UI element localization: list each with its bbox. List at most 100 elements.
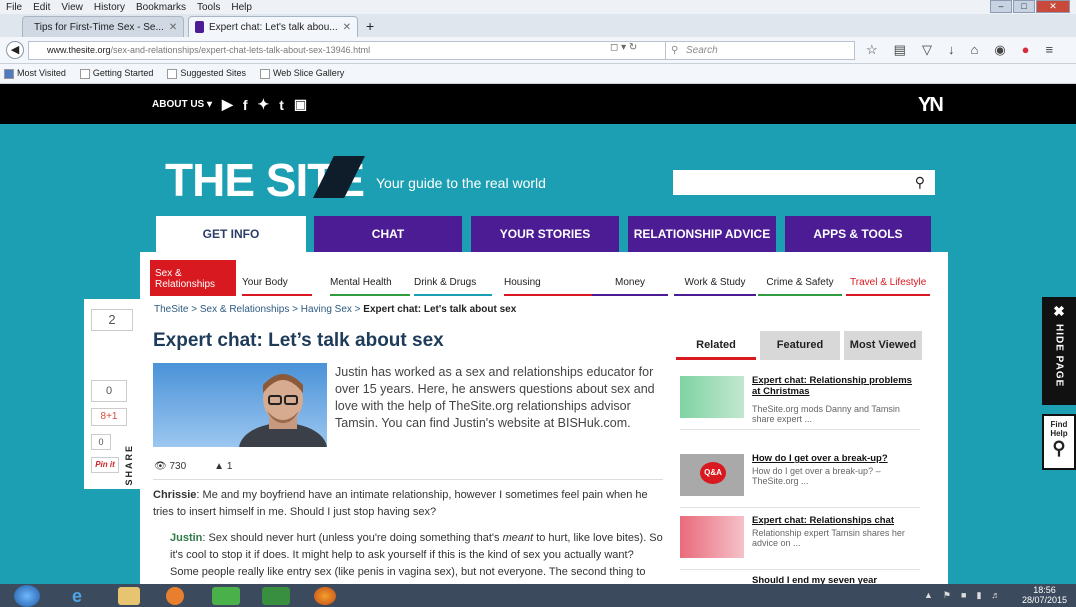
tab-relationship-advice[interactable]: RELATIONSHIP ADVICE: [628, 216, 776, 252]
tab-apps-tools[interactable]: APPS & TOOLS: [785, 216, 931, 252]
answer-emphasis: meant: [502, 532, 534, 544]
related-title[interactable]: How do I get over a break-up?: [752, 453, 917, 464]
bookmark-most-visited[interactable]: Most Visited: [4, 68, 66, 79]
instagram-icon[interactable]: ▣: [294, 96, 307, 113]
person-illustration: [239, 374, 327, 475]
subtab-your-body[interactable]: Your Body: [242, 260, 312, 296]
pinterest-icon[interactable]: ●: [1022, 42, 1030, 58]
firefox-icon[interactable]: [314, 587, 336, 605]
twitter-icon[interactable]: ✦: [257, 96, 269, 113]
taskbar: [0, 584, 1076, 607]
breadcrumb-path[interactable]: TheSite > Sex & Relationships > Having S…: [154, 304, 363, 315]
menu-history[interactable]: History: [94, 2, 125, 13]
tab-tips[interactable]: Tips for First-Time Sex - Se... ✕: [22, 16, 184, 37]
search-icon[interactable]: ⚲: [915, 174, 925, 190]
bookmark-suggested[interactable]: Suggested Sites: [167, 68, 246, 79]
bookmark-label: Most Visited: [17, 68, 66, 79]
subtab-money[interactable]: Money: [592, 260, 668, 296]
window-controls: – □ ✕: [990, 0, 1070, 13]
location-pin-icon: ⚲: [1052, 438, 1066, 458]
menu-icon[interactable]: ≡: [1046, 42, 1054, 58]
chat-icon[interactable]: ◉: [994, 42, 1005, 58]
author-photo: [153, 363, 327, 475]
site-search-input[interactable]: ⚲: [673, 170, 935, 195]
camtasia-recorder-icon[interactable]: [262, 587, 290, 605]
menu-tools[interactable]: Tools: [197, 2, 220, 13]
bookmark-web-slice[interactable]: Web Slice Gallery: [259, 68, 344, 79]
related-title[interactable]: Expert chat: Relationships chat: [752, 515, 917, 526]
tray-flag-icon[interactable]: ⚑: [943, 590, 951, 601]
menu-bar: File Edit View History Bookmarks Tools H…: [0, 0, 1076, 14]
download-icon[interactable]: ↓: [948, 42, 955, 58]
tab-expert-chat[interactable]: Expert chat: Let's talk abou... ✕: [188, 16, 358, 37]
related-item[interactable]: Should I end my seven year: [680, 572, 920, 586]
volume-icon[interactable]: ♬: [991, 590, 1000, 601]
clipboard-icon[interactable]: ▤: [894, 42, 906, 58]
linkedin-count[interactable]: 0: [91, 434, 111, 450]
tab-your-stories[interactable]: YOUR STORIES: [471, 216, 619, 252]
related-item[interactable]: Q&A How do I get over a break-up? How do…: [680, 448, 920, 508]
related-thumbnail: Q&A: [680, 454, 744, 496]
menu-edit[interactable]: Edit: [33, 2, 50, 13]
network-icon[interactable]: ▮: [976, 590, 981, 601]
thumbs-up-icon: ▲: [214, 461, 225, 472]
menu-file[interactable]: File: [6, 2, 22, 13]
facebook-icon[interactable]: f: [243, 97, 248, 113]
tab-related[interactable]: Related: [676, 331, 756, 360]
about-us-label: ABOUT US ▾: [152, 99, 213, 110]
close-tab-icon[interactable]: ✕: [343, 22, 351, 33]
find-help-button[interactable]: Find Help ⚲: [1042, 414, 1076, 470]
site-tagline: Your guide to the real world: [376, 175, 546, 191]
tumblr-icon[interactable]: t: [279, 97, 284, 113]
subtab-travel-lifestyle[interactable]: Travel & Lifestyle: [846, 260, 930, 296]
subtab-crime-safety[interactable]: Crime & Safety: [758, 260, 842, 296]
close-tab-icon[interactable]: ✕: [169, 22, 177, 33]
home-icon[interactable]: ⌂: [970, 42, 978, 58]
tray-device-icon[interactable]: ■: [961, 590, 966, 601]
close-window-button[interactable]: ✕: [1036, 0, 1070, 13]
maximize-button[interactable]: □: [1013, 0, 1035, 13]
about-us-menu[interactable]: ABOUT US ▾ ▶ f ✦ t ▣: [152, 96, 307, 113]
subtab-sex-relationships[interactable]: Sex & Relationships: [150, 260, 236, 296]
tab-get-info[interactable]: GET INFO: [156, 216, 306, 252]
youtube-icon[interactable]: ▶: [222, 96, 233, 113]
tab-most-viewed[interactable]: Most Viewed: [844, 331, 922, 360]
search-input[interactable]: ⚲ Search: [665, 41, 855, 60]
yn-logo[interactable]: YN: [918, 94, 944, 117]
reader-reload-icons[interactable]: ◻ ▾ ↻: [610, 42, 637, 53]
tray-arrow-icon[interactable]: ▲: [924, 590, 933, 601]
url-bar[interactable]: www.thesite.org/sex-and-relationships/ex…: [28, 41, 688, 60]
start-button[interactable]: [14, 585, 40, 607]
answer-text: : Sex should never hurt (unless you're d…: [202, 532, 503, 544]
likes-count[interactable]: ▲ 1: [214, 461, 232, 472]
pocket-icon[interactable]: ▽: [922, 42, 932, 58]
new-tab-button[interactable]: +: [366, 18, 374, 34]
minimize-button[interactable]: –: [990, 0, 1012, 13]
media-player-icon[interactable]: [166, 587, 184, 605]
tab-chat[interactable]: CHAT: [314, 216, 462, 252]
pinterest-button[interactable]: Pin it: [91, 457, 119, 473]
camtasia-icon[interactable]: [212, 587, 240, 605]
subtab-housing[interactable]: Housing: [504, 260, 592, 296]
bookmark-getting-started[interactable]: Getting Started: [79, 68, 153, 79]
menu-view[interactable]: View: [61, 2, 83, 13]
google-plus-button[interactable]: 8+1: [91, 408, 127, 426]
related-title[interactable]: Expert chat: Relationship problems at Ch…: [752, 375, 917, 397]
bookmark-icon: [4, 68, 14, 79]
facebook-share-count[interactable]: 0: [91, 380, 127, 402]
menu-bookmarks[interactable]: Bookmarks: [136, 2, 186, 13]
related-item[interactable]: Expert chat: Relationship problems at Ch…: [680, 370, 920, 430]
back-icon[interactable]: ◀: [6, 41, 24, 59]
menu-help[interactable]: Help: [231, 2, 252, 13]
subtab-work-study[interactable]: Work & Study: [674, 260, 756, 296]
internet-explorer-icon[interactable]: e: [72, 587, 94, 605]
star-icon[interactable]: ☆: [866, 42, 878, 58]
hide-page-button[interactable]: ✖ HIDE PAGE: [1042, 297, 1076, 405]
tab-featured[interactable]: Featured: [760, 331, 840, 360]
clock[interactable]: 18:56 28/07/2015: [1022, 585, 1067, 605]
subtab-mental-health[interactable]: Mental Health: [330, 260, 410, 296]
subtab-drink-drugs[interactable]: Drink & Drugs: [414, 260, 492, 296]
related-item[interactable]: Expert chat: Relationships chat Relation…: [680, 510, 920, 570]
tab-bar: Tips for First-Time Sex - Se... ✕ Expert…: [0, 14, 1076, 37]
explorer-folder-icon[interactable]: [118, 587, 140, 605]
